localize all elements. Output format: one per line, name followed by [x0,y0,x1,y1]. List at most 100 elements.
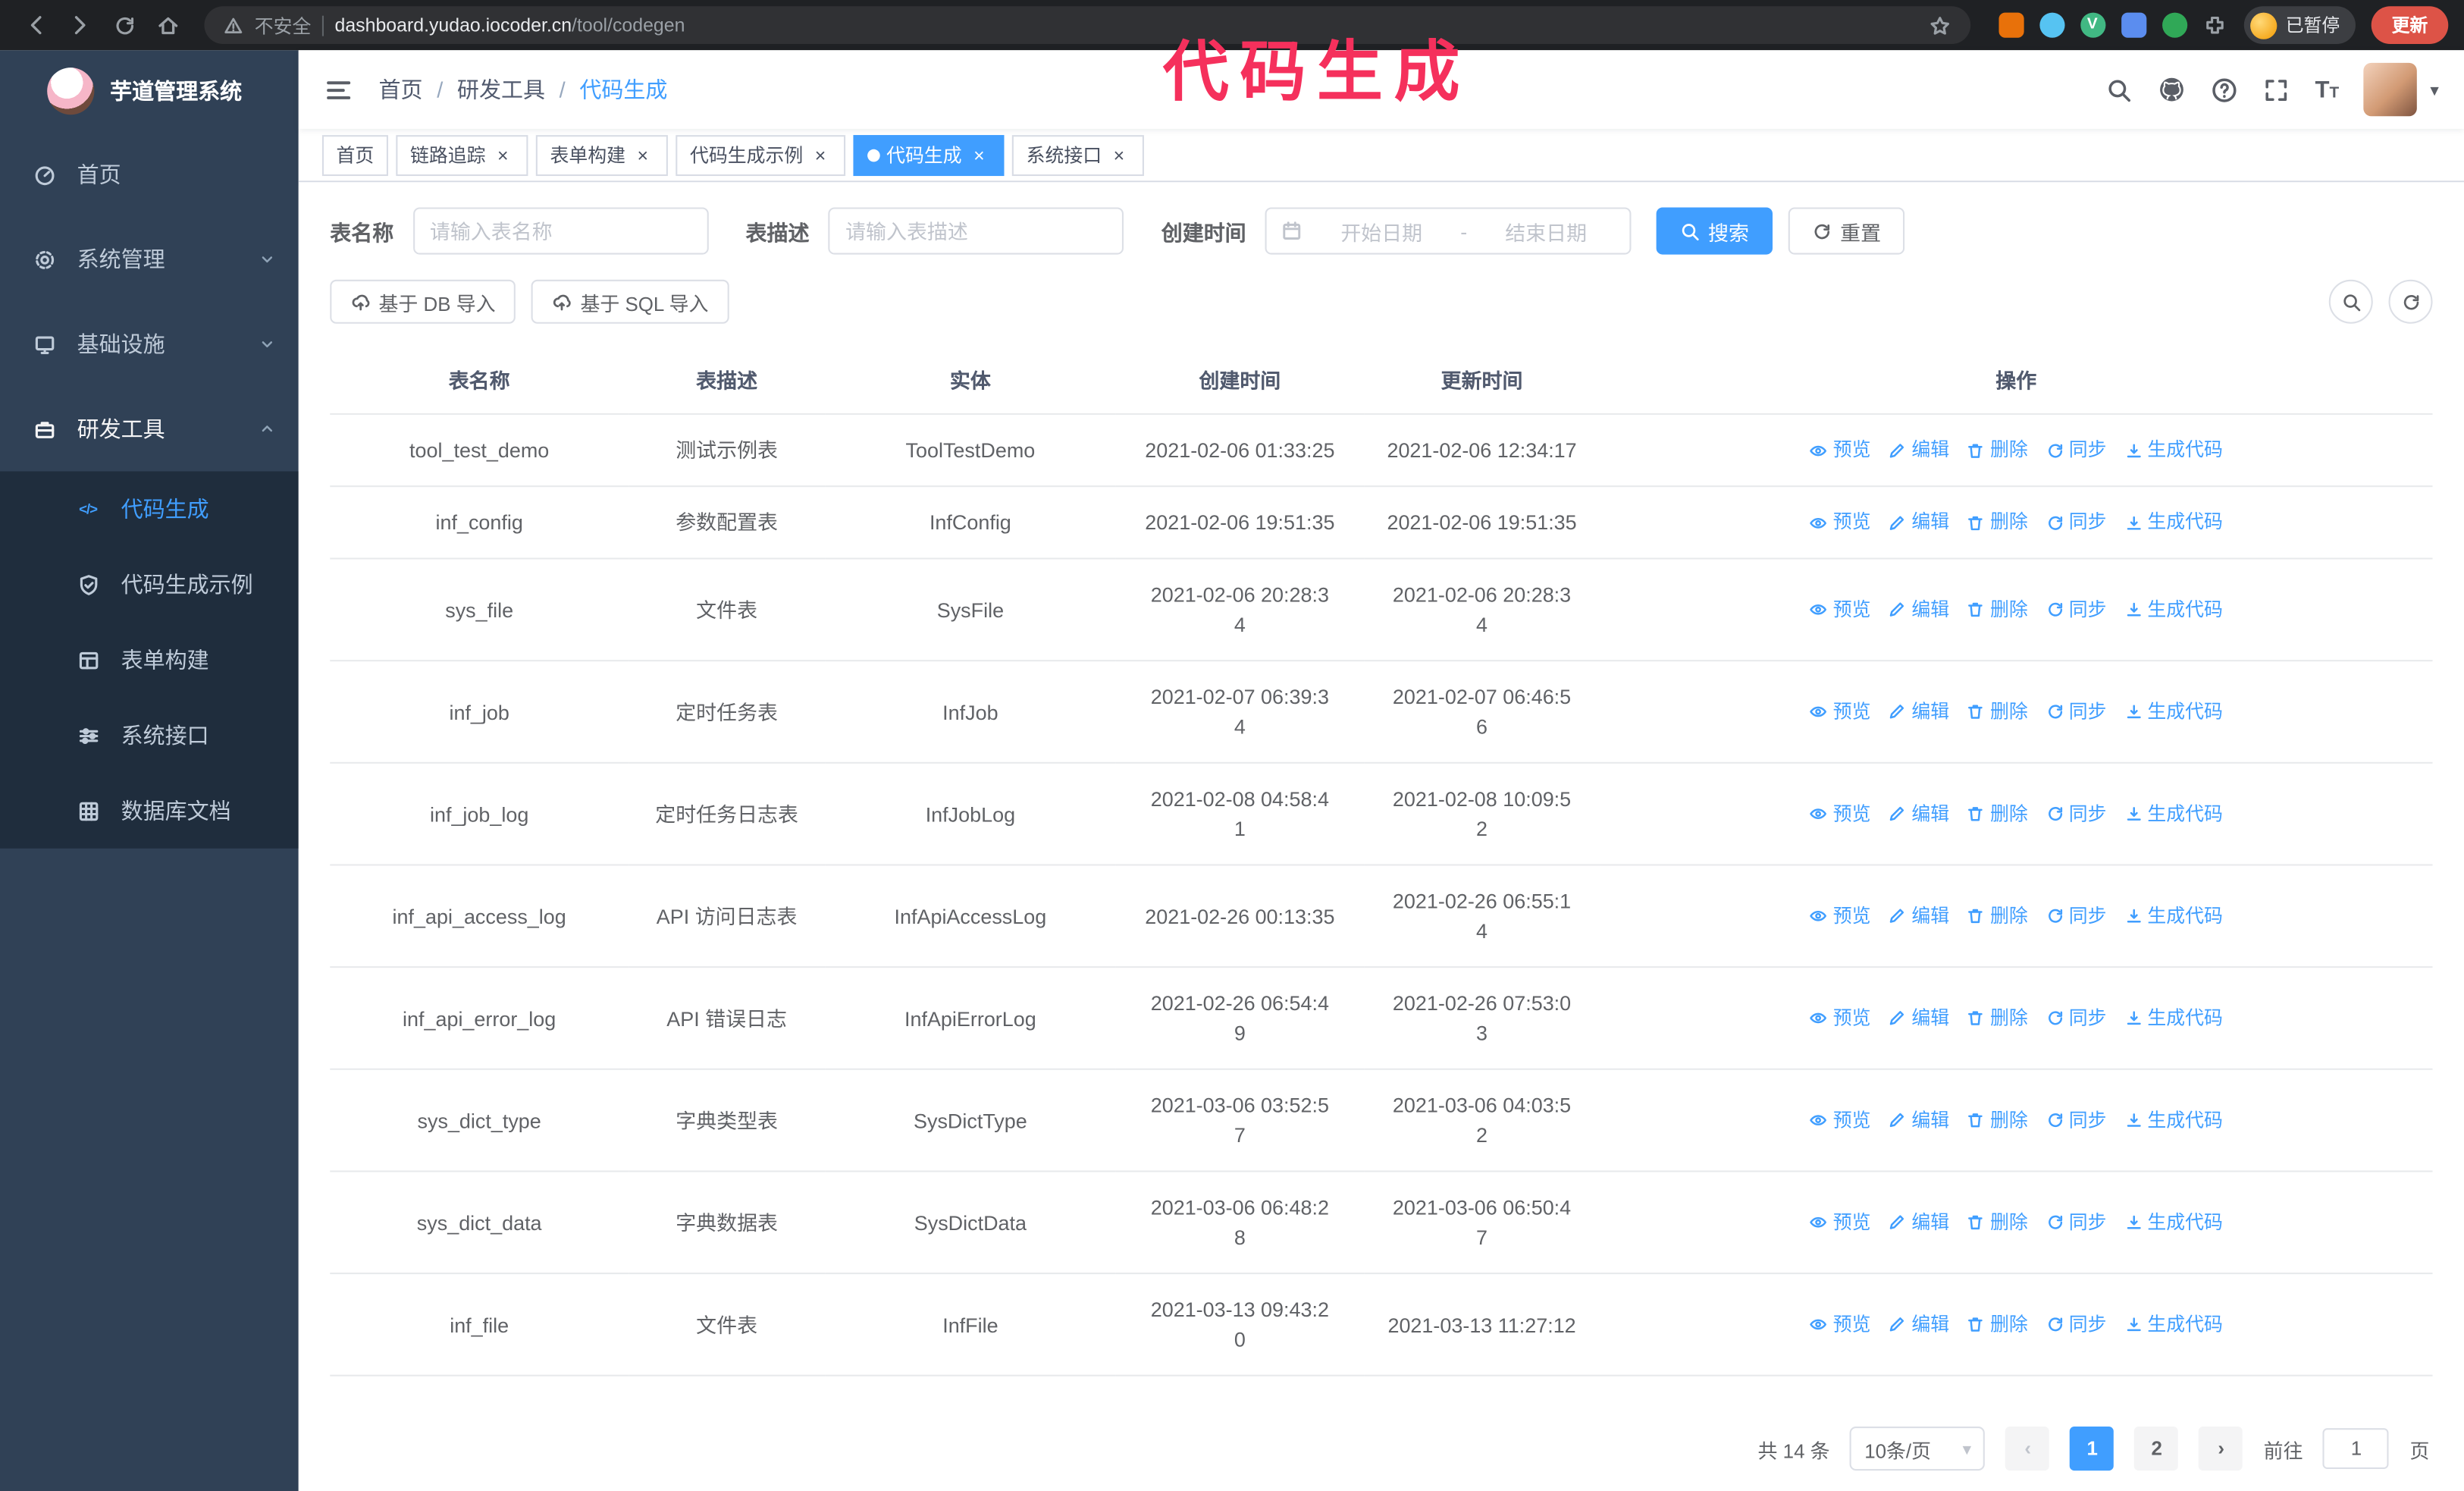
preview-link[interactable]: 预览 [1810,1207,1870,1237]
delete-link[interactable]: 删除 [1967,435,2028,465]
preview-link[interactable]: 预览 [1810,1105,1870,1135]
search-icon[interactable] [2106,76,2133,102]
sync-link[interactable]: 同步 [2045,1003,2106,1033]
page-button-1[interactable]: 1 [2070,1427,2114,1471]
tab-codegen[interactable]: 代码生成 × [853,134,1005,175]
font-size-icon[interactable]: TT [2315,78,2339,102]
delete-link[interactable]: 删除 [1967,595,2028,624]
help-icon[interactable] [2212,76,2238,102]
table-desc-input[interactable] [828,207,1124,255]
generate-code-link[interactable]: 生成代码 [2124,901,2223,931]
generate-code-link[interactable]: 生成代码 [2124,1207,2223,1237]
extension-icon-2[interactable] [2039,12,2064,38]
edit-link[interactable]: 编辑 [1888,1207,1949,1237]
delete-link[interactable]: 删除 [1967,1207,2028,1237]
date-range-picker[interactable]: 开始日期 - 结束日期 [1265,207,1632,255]
generate-code-link[interactable]: 生成代码 [2124,507,2223,537]
delete-link[interactable]: 删除 [1967,1105,2028,1135]
edit-link[interactable]: 编辑 [1888,1310,1949,1339]
extension-icon-1[interactable] [1998,12,2024,38]
sync-link[interactable]: 同步 [2045,435,2106,465]
sidebar-item-form-builder[interactable]: 表单构建 [0,622,299,697]
page-size-select[interactable]: 10条/页 ▾ [1850,1427,1986,1471]
reload-button[interactable] [104,5,145,46]
generate-code-link[interactable]: 生成代码 [2124,1003,2223,1033]
generate-code-link[interactable]: 生成代码 [2124,435,2223,465]
delete-link[interactable]: 删除 [1967,1003,2028,1033]
delete-link[interactable]: 删除 [1967,901,2028,931]
app-logo[interactable]: 芋道管理系统 [0,50,299,132]
preview-link[interactable]: 预览 [1810,1310,1870,1339]
import-db-button[interactable]: 基于 DB 导入 [330,279,516,324]
table-name-input[interactable] [412,207,708,255]
sync-link[interactable]: 同步 [2045,507,2106,537]
goto-page-input[interactable] [2323,1428,2390,1469]
sync-link[interactable]: 同步 [2045,1105,2106,1135]
generate-code-link[interactable]: 生成代码 [2124,799,2223,828]
vue-devtools-icon[interactable]: V [2080,12,2105,38]
prev-page-button[interactable]: ‹ [2005,1427,2050,1471]
edit-link[interactable]: 编辑 [1888,595,1949,624]
close-icon[interactable]: × [492,144,514,166]
preview-link[interactable]: 预览 [1810,507,1870,537]
user-avatar[interactable] [2364,62,2418,117]
extension-icon-4[interactable] [2121,12,2146,38]
edit-link[interactable]: 编辑 [1888,1105,1949,1135]
generate-code-link[interactable]: 生成代码 [2124,1105,2223,1135]
puzzle-extensions-icon[interactable] [2202,13,2227,38]
sidebar-item-codegen[interactable]: </> 代码生成 [0,471,299,546]
sync-link[interactable]: 同步 [2045,1207,2106,1237]
extension-icon-5[interactable] [2161,12,2187,38]
github-icon[interactable] [2158,75,2186,103]
preview-link[interactable]: 预览 [1810,799,1870,828]
tab-home[interactable]: 首页 [321,134,388,175]
delete-link[interactable]: 删除 [1967,1310,2028,1339]
preview-link[interactable]: 预览 [1810,901,1870,931]
edit-link[interactable]: 编辑 [1888,799,1949,828]
bookmark-star-icon[interactable] [1927,14,1951,37]
sidebar-item-system-api[interactable]: 系统接口 [0,698,299,773]
edit-link[interactable]: 编辑 [1888,901,1949,931]
profile-badge[interactable]: 已暂停 [2243,6,2356,45]
sync-link[interactable]: 同步 [2045,1310,2106,1339]
import-sql-button[interactable]: 基于 SQL 导入 [531,279,729,324]
delete-link[interactable]: 删除 [1967,799,2028,828]
generate-code-link[interactable]: 生成代码 [2124,1310,2223,1339]
sync-link[interactable]: 同步 [2045,595,2106,624]
preview-link[interactable]: 预览 [1810,435,1870,465]
sync-link[interactable]: 同步 [2045,799,2106,828]
edit-link[interactable]: 编辑 [1888,1003,1949,1033]
edit-link[interactable]: 编辑 [1888,507,1949,537]
edit-link[interactable]: 编辑 [1888,697,1949,727]
sidebar-item-codegen-example[interactable]: 代码生成示例 [0,547,299,622]
address-bar[interactable]: 不安全 dashboard.yudao.iocoder.cn/tool/code… [204,6,1970,45]
sidebar-item-dev-tools[interactable]: 研发工具 [0,387,299,472]
home-button[interactable] [148,5,189,46]
preview-link[interactable]: 预览 [1810,697,1870,727]
update-button[interactable]: 更新 [2371,6,2449,45]
back-button[interactable] [16,5,57,46]
close-icon[interactable]: × [810,144,832,166]
generate-code-link[interactable]: 生成代码 [2124,697,2223,727]
sidebar-item-system[interactable]: 系统管理 [0,217,299,302]
sidebar-item-db-docs[interactable]: 数据库文档 [0,773,299,848]
hamburger-icon[interactable] [324,74,353,104]
sidebar-item-home[interactable]: 首页 [0,132,299,217]
fullscreen-icon[interactable] [2263,76,2290,102]
breadcrumb-dev-tools[interactable]: 研发工具 [457,74,545,105]
search-button[interactable]: 搜索 [1656,207,1773,255]
preview-link[interactable]: 预览 [1810,1003,1870,1033]
delete-link[interactable]: 删除 [1967,697,2028,727]
sync-link[interactable]: 同步 [2045,697,2106,727]
sync-link[interactable]: 同步 [2045,901,2106,931]
close-icon[interactable]: × [968,144,990,166]
sidebar-item-infrastructure[interactable]: 基础设施 [0,302,299,387]
close-icon[interactable]: × [1108,144,1130,166]
delete-link[interactable]: 删除 [1967,507,2028,537]
page-button-2[interactable]: 2 [2134,1427,2179,1471]
generate-code-link[interactable]: 生成代码 [2124,595,2223,624]
forward-button[interactable] [60,5,101,46]
tab-tracing[interactable]: 链路追踪 × [396,134,528,175]
next-page-button[interactable]: › [2199,1427,2243,1471]
edit-link[interactable]: 编辑 [1888,435,1949,465]
